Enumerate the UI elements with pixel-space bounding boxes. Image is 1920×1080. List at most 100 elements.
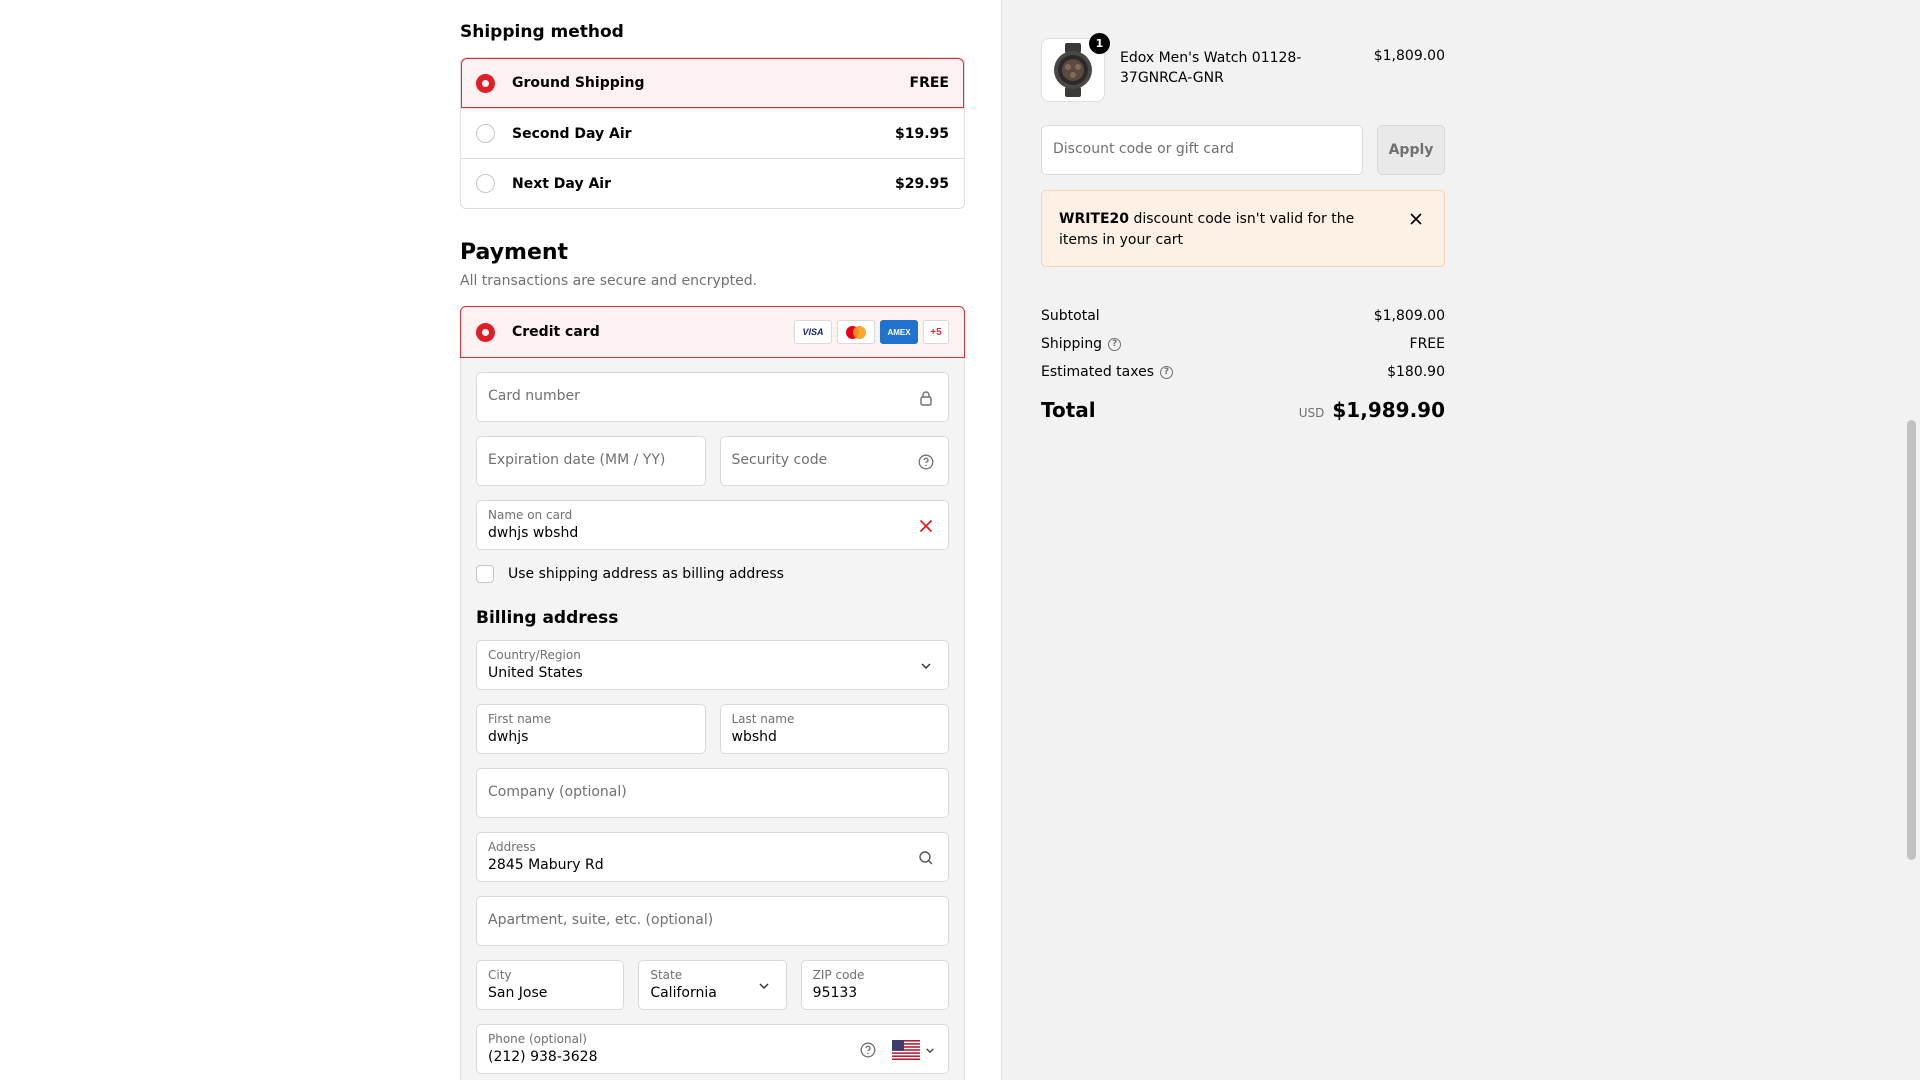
help-icon[interactable] <box>858 1040 878 1060</box>
shipping-option-ground[interactable]: Ground Shipping FREE <box>461 58 964 108</box>
discount-code-input[interactable]: Discount code or gift card <box>1041 125 1363 175</box>
close-icon[interactable] <box>1408 211 1424 227</box>
total-row: Total USD $1,989.90 <box>1041 398 1445 422</box>
card-number-field[interactable]: Card number <box>476 372 949 422</box>
scrollbar-thumb[interactable] <box>1907 420 1916 860</box>
apartment-placeholder: Apartment, suite, etc. (optional) <box>488 912 714 928</box>
city-value: San Jose <box>488 985 548 1001</box>
shipping-label: Shipping <box>1041 336 1103 352</box>
security-code-field[interactable]: Security code <box>719 436 949 486</box>
apartment-field[interactable]: Apartment, suite, etc. (optional) <box>476 896 949 946</box>
name-on-card-field[interactable]: Name on card dwhjs wbshd <box>476 500 949 550</box>
discount-placeholder: Discount code or gift card <box>1053 141 1234 157</box>
totals: Subtotal $1,809.00 Shipping ? FREE Estim… <box>1041 302 1445 422</box>
search-icon <box>916 848 936 868</box>
payment-option-credit-card[interactable]: Credit card VISA AMEX +5 <box>460 306 965 358</box>
country-value: United States <box>488 665 583 681</box>
payment-method-label: Credit card <box>512 324 600 340</box>
zip-code-field[interactable]: ZIP code 95133 <box>800 960 949 1010</box>
card-number-placeholder: Card number <box>488 388 580 404</box>
state-select[interactable]: State California <box>638 960 787 1010</box>
radio-icon[interactable] <box>476 174 495 193</box>
total-amount: USD $1,989.90 <box>1299 398 1445 422</box>
first-name-label: First name <box>488 712 552 726</box>
city-label: City <box>488 968 512 982</box>
address-field[interactable]: Address 2845 Mabury Rd <box>476 832 949 882</box>
expiration-placeholder: Expiration date (MM / YY) <box>488 452 666 468</box>
product-thumbnail: 1 <box>1041 33 1110 102</box>
apply-button[interactable]: Apply <box>1377 125 1445 175</box>
company-field[interactable]: Company (optional) <box>476 768 949 818</box>
info-icon[interactable]: ? <box>1160 365 1174 379</box>
subtotal-value: $1,809.00 <box>1373 308 1445 324</box>
state-value: California <box>650 985 717 1001</box>
watch-icon <box>1054 43 1092 97</box>
payment-subtitle: All transactions are secure and encrypte… <box>460 273 758 289</box>
total-value: $1,989.90 <box>1332 398 1445 422</box>
us-flag-icon <box>891 1040 920 1060</box>
amex-icon: AMEX <box>880 320 918 344</box>
country-label: Country/Region <box>488 648 581 662</box>
shipping-value: FREE <box>1409 336 1445 352</box>
taxes-value: $180.90 <box>1387 364 1445 380</box>
shipping-option-label: Next Day Air <box>512 175 611 192</box>
country-code-select[interactable] <box>888 1040 938 1060</box>
discount-error-notice: WRITE20 discount code isn't valid for th… <box>1041 190 1445 267</box>
expiration-date-field[interactable]: Expiration date (MM / YY) <box>476 436 706 486</box>
total-label: Total <box>1041 398 1096 422</box>
chevron-down-icon <box>916 656 936 676</box>
total-currency: USD <box>1298 406 1325 420</box>
shipping-option-price: $19.95 <box>894 125 949 142</box>
address-value: 2845 Mabury Rd <box>488 857 604 873</box>
shipping-option-next-day[interactable]: Next Day Air $29.95 <box>461 158 964 208</box>
checkbox[interactable] <box>476 565 494 583</box>
shipping-option-label: Second Day Air <box>512 125 632 142</box>
shipping-option-price: FREE <box>909 75 949 91</box>
last-name-field[interactable]: Last name wbshd <box>719 704 949 754</box>
subtotal-row: Subtotal $1,809.00 <box>1041 302 1445 330</box>
more-brands-badge: +5 <box>923 320 949 344</box>
shipping-option-price: $29.95 <box>894 175 949 192</box>
card-brands: VISA AMEX +5 <box>794 320 949 344</box>
name-on-card-value: dwhjs wbshd <box>488 525 579 541</box>
first-name-value: dwhjs <box>488 729 529 745</box>
zip-label: ZIP code <box>812 968 865 982</box>
last-name-label: Last name <box>731 712 795 726</box>
shipping-row: Shipping ? FREE <box>1041 330 1445 358</box>
help-icon[interactable] <box>916 452 936 472</box>
radio-icon[interactable] <box>476 124 495 143</box>
phone-value: (212) 938-3628 <box>488 1049 598 1065</box>
info-icon[interactable]: ? <box>1108 337 1122 351</box>
shipping-label-group: Shipping ? <box>1041 336 1122 352</box>
clear-icon[interactable] <box>916 516 936 536</box>
subtotal-label: Subtotal <box>1041 308 1100 324</box>
company-placeholder: Company (optional) <box>488 784 627 800</box>
scrollbar[interactable] <box>1903 0 1920 1080</box>
use-shipping-address-checkbox-row[interactable]: Use shipping address as billing address <box>476 564 949 584</box>
phone-field[interactable]: Phone (optional) (212) 938-3628 <box>476 1024 949 1074</box>
product-price: $1,809.00 <box>1373 48 1445 64</box>
notice-discount-code: WRITE20 <box>1059 211 1130 227</box>
product-name: Edox Men's Watch 01128-37GNRCA-GNR <box>1120 50 1302 86</box>
radio-selected-icon[interactable] <box>476 322 495 342</box>
visa-icon: VISA <box>794 320 832 344</box>
security-code-placeholder: Security code <box>731 452 828 468</box>
city-field[interactable]: City San Jose <box>476 960 625 1010</box>
state-label: State <box>650 968 683 982</box>
chevron-down-icon <box>754 976 774 996</box>
first-name-field[interactable]: First name dwhjs <box>476 704 706 754</box>
shipping-options: Ground Shipping FREE Second Day Air $19.… <box>460 57 965 209</box>
country-select[interactable]: Country/Region United States <box>476 640 949 690</box>
taxes-row: Estimated taxes ? $180.90 <box>1041 358 1445 386</box>
radio-selected-icon[interactable] <box>476 73 495 93</box>
payment-methods: Credit card VISA AMEX +5 Card number Exp… <box>460 306 965 1080</box>
use-shipping-address-label: Use shipping address as billing address <box>508 566 784 582</box>
zip-value: 95133 <box>812 985 858 1001</box>
shipping-option-second-day[interactable]: Second Day Air $19.95 <box>461 108 964 158</box>
taxes-label-group: Estimated taxes ? <box>1041 364 1174 380</box>
shipping-method-title: Shipping method <box>460 22 624 42</box>
lock-icon <box>916 388 936 408</box>
card-form-panel: Card number Expiration date (MM / YY) Se… <box>460 358 965 1080</box>
phone-label: Phone (optional) <box>488 1032 587 1046</box>
address-label: Address <box>488 840 536 854</box>
